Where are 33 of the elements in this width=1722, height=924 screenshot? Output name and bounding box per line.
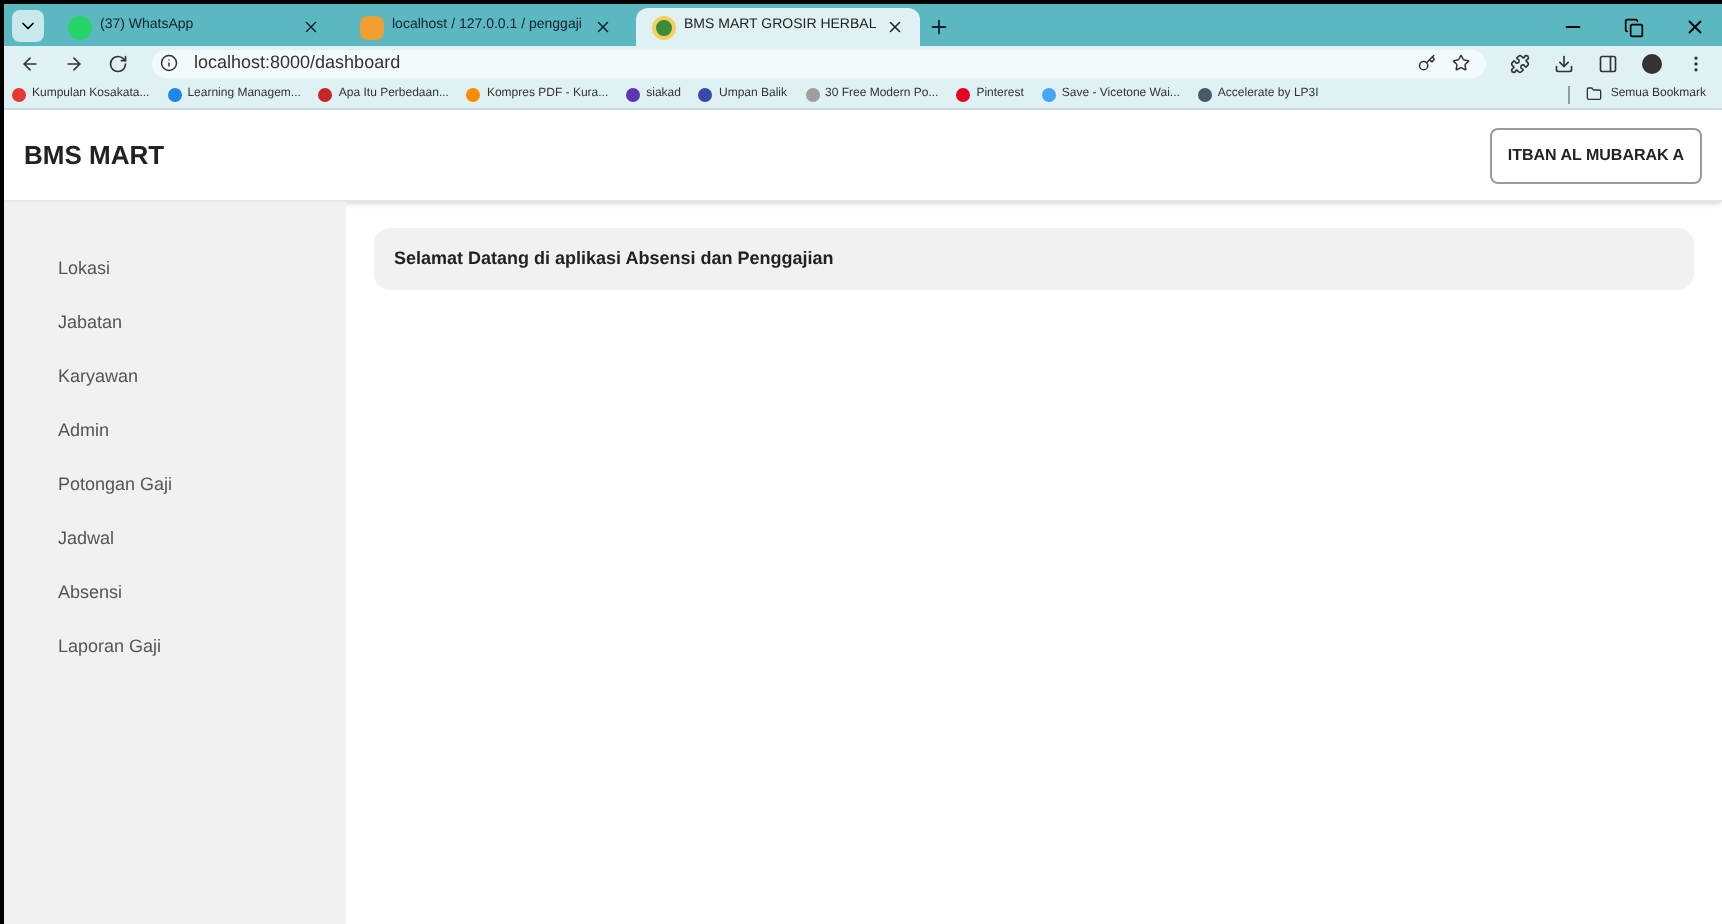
sidebar-item[interactable]: Admin — [4, 404, 346, 458]
side-panel-icon[interactable] — [1598, 53, 1618, 73]
forward-icon[interactable] — [64, 53, 84, 73]
download-icon[interactable] — [1554, 53, 1574, 73]
key-icon[interactable] — [1418, 54, 1436, 72]
restore-icon[interactable] — [1624, 18, 1644, 38]
close-icon[interactable] — [886, 18, 904, 36]
tab-search-button[interactable] — [12, 10, 44, 42]
sidebar-item[interactable]: Jabatan — [4, 296, 346, 350]
extensions-icon[interactable] — [1510, 53, 1530, 73]
address-bar[interactable]: localhost:8000/dashboard — [152, 49, 1486, 77]
sidebar-item[interactable]: Lokasi — [4, 242, 346, 296]
close-icon[interactable] — [1684, 16, 1706, 38]
chat-icon — [68, 15, 92, 39]
folder-icon — [1586, 86, 1603, 102]
sidebar-item[interactable]: Absensi — [4, 566, 346, 620]
info-icon — [160, 54, 178, 72]
welcome-text: Selamat Datang di aplikasi Absensi dan Penggajian — [394, 245, 834, 272]
sidebar-item[interactable]: Jadwal — [4, 512, 346, 566]
user-button[interactable]: ITBAN AL MUBARAK A — [1489, 127, 1702, 183]
profile-avatar[interactable] — [1642, 53, 1662, 73]
close-icon[interactable] — [302, 18, 320, 36]
star-icon[interactable] — [1452, 54, 1470, 72]
sidebar-item[interactable]: Laporan Gaji — [4, 620, 346, 674]
new-tab-icon[interactable] — [928, 16, 950, 38]
brand-title: BMS MART — [24, 137, 165, 174]
close-icon[interactable] — [594, 18, 612, 36]
reload-icon[interactable] — [108, 53, 128, 73]
back-icon[interactable] — [20, 53, 40, 73]
sidebar-item[interactable]: Potongan Gaji — [4, 458, 346, 512]
sidebar-item[interactable]: Karyawan — [4, 350, 346, 404]
site-icon — [652, 15, 676, 39]
url-text: localhost:8000/dashboard — [194, 49, 403, 76]
